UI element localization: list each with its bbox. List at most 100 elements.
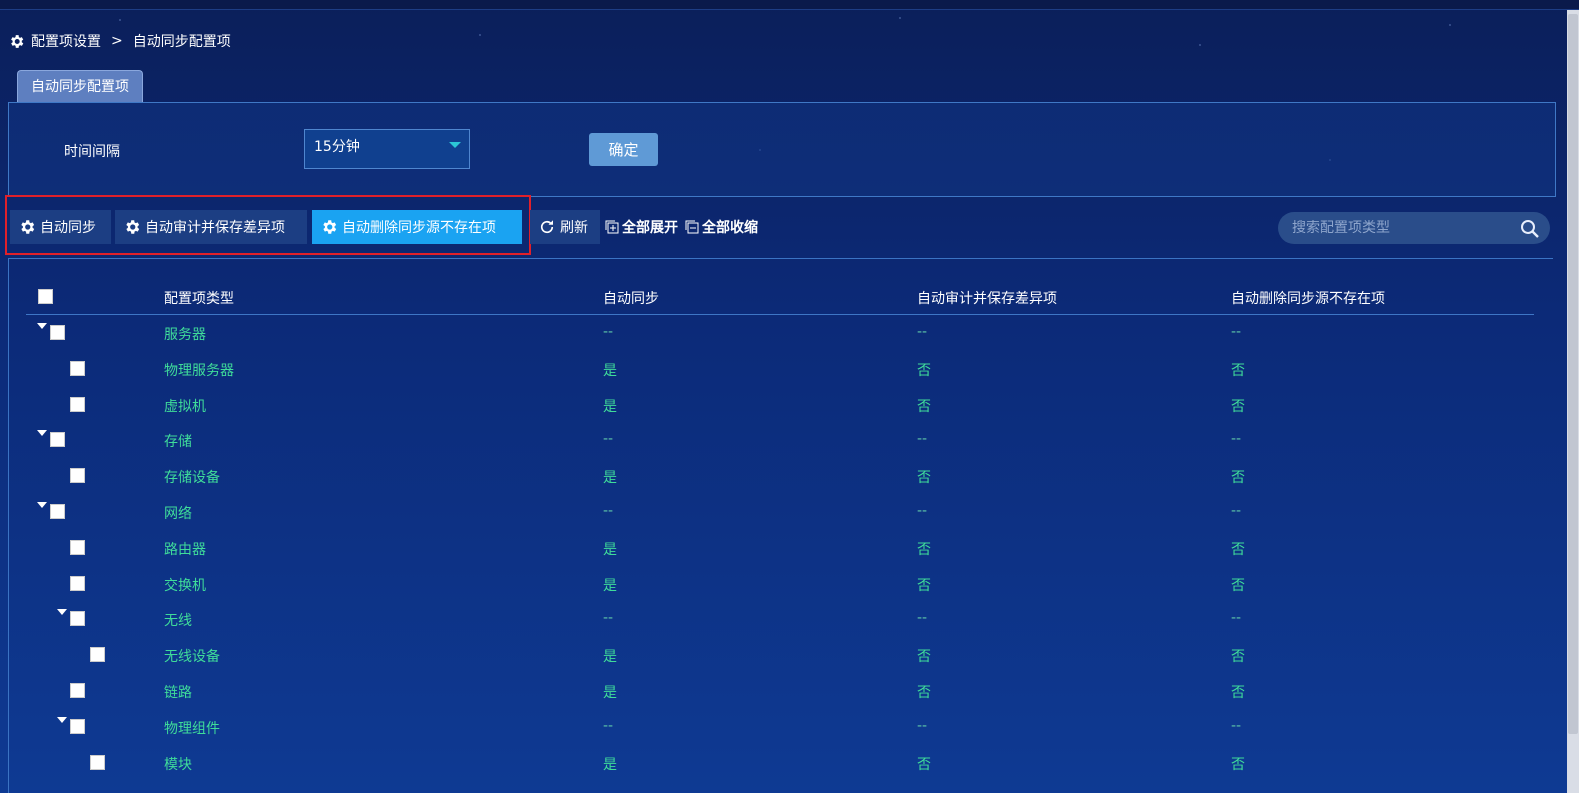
auto-sync-button[interactable]: 自动同步 xyxy=(10,210,111,244)
search-box xyxy=(1278,212,1550,244)
table-row[interactable]: 存储设备 是 否 否 xyxy=(26,458,1534,494)
auto-delete-label: 自动删除同步源不存在项 xyxy=(342,220,496,236)
cell-delete: -- xyxy=(1231,431,1242,448)
cell-audit: 否 xyxy=(917,362,931,379)
table-row[interactable]: 服务器 -- -- -- xyxy=(26,315,1534,351)
cell-sync: 是 xyxy=(603,649,617,666)
cell-name[interactable]: 虚拟机 xyxy=(164,396,206,416)
gear-icon xyxy=(126,220,140,234)
cell-audit: -- xyxy=(917,717,928,734)
cell-name[interactable]: 交换机 xyxy=(164,575,206,595)
row-checkbox[interactable] xyxy=(70,575,85,591)
table-row[interactable]: 无线 -- -- -- xyxy=(26,601,1534,637)
column-header-type[interactable]: 配置项类型 xyxy=(164,288,234,308)
select-all-checkbox[interactable] xyxy=(38,289,53,304)
expand-all-label: 全部展开 xyxy=(622,220,678,236)
breadcrumb-parent[interactable]: 配置项设置 xyxy=(31,31,101,51)
row-checkbox[interactable] xyxy=(70,396,85,412)
search-input[interactable] xyxy=(1292,220,1502,236)
column-header-sync[interactable]: 自动同步 xyxy=(603,288,659,308)
cell-sync: 是 xyxy=(603,398,617,415)
table-row[interactable]: 路由器 是 否 否 xyxy=(26,530,1534,566)
interval-select[interactable]: 15分钟 xyxy=(304,129,470,169)
confirm-button[interactable]: 确定 xyxy=(589,133,658,166)
collapse-all-button[interactable]: 全部收缩 xyxy=(685,210,758,244)
table-row[interactable]: 物理服务器 是 否 否 xyxy=(26,351,1534,387)
cell-delete: 否 xyxy=(1231,541,1245,558)
row-checkbox[interactable] xyxy=(50,325,65,340)
gear-icon xyxy=(323,220,337,234)
cell-delete: -- xyxy=(1231,503,1242,519)
cell-delete: -- xyxy=(1231,610,1242,627)
cell-name[interactable]: 无线设备 xyxy=(164,646,220,666)
table-row[interactable]: 模块 是 否 否 xyxy=(26,745,1534,781)
refresh-label: 刷新 xyxy=(560,220,588,236)
row-checkbox[interactable] xyxy=(70,718,85,734)
cell-name[interactable]: 模块 xyxy=(164,754,192,774)
expand-all-button[interactable]: 全部展开 xyxy=(605,210,678,244)
table-row[interactable]: 交换机 是 否 否 xyxy=(26,566,1534,602)
table-row[interactable]: 虚拟机 是 否 否 xyxy=(26,387,1534,423)
gear-icon xyxy=(11,34,24,48)
cell-audit: 否 xyxy=(917,685,931,701)
tab-bar: 自动同步配置项 xyxy=(17,70,143,102)
tab-auto-sync-config[interactable]: 自动同步配置项 xyxy=(17,70,143,102)
column-header-delete[interactable]: 自动删除同步源不存在项 xyxy=(1231,288,1385,308)
table-row[interactable]: 网络 -- -- -- xyxy=(26,494,1534,530)
auto-delete-button[interactable]: 自动删除同步源不存在项 xyxy=(312,210,522,244)
cell-sync: 是 xyxy=(603,577,617,594)
row-checkbox[interactable] xyxy=(50,432,65,448)
cell-delete: -- xyxy=(1231,717,1242,734)
row-checkbox[interactable] xyxy=(70,683,85,698)
interval-label: 时间间隔 xyxy=(64,144,120,160)
table-row[interactable]: 链路 是 否 否 xyxy=(26,673,1534,709)
row-checkbox[interactable] xyxy=(70,539,85,555)
expand-toggle-icon[interactable] xyxy=(37,430,47,437)
expand-toggle-icon[interactable] xyxy=(37,323,47,329)
page-scrollbar[interactable] xyxy=(1567,10,1579,793)
row-checkbox[interactable] xyxy=(70,611,85,627)
collapse-all-label: 全部收缩 xyxy=(702,220,758,236)
cell-name[interactable]: 路由器 xyxy=(164,539,206,559)
cell-name[interactable]: 无线 xyxy=(164,610,192,630)
cell-name[interactable]: 存储设备 xyxy=(164,467,220,487)
cell-sync: 是 xyxy=(603,470,617,487)
table-row[interactable]: 无线设备 是 否 否 xyxy=(26,637,1534,673)
column-header-audit[interactable]: 自动审计并保存差异项 xyxy=(917,288,1057,308)
auto-sync-label: 自动同步 xyxy=(40,220,96,236)
cell-name[interactable]: 物理组件 xyxy=(164,718,220,738)
row-checkbox[interactable] xyxy=(70,468,85,484)
cell-name[interactable]: 服务器 xyxy=(164,324,206,344)
breadcrumb: 配置项设置 > 自动同步配置项 xyxy=(8,31,231,51)
cell-audit: -- xyxy=(917,324,928,340)
table-row[interactable]: 物理组件 -- -- -- xyxy=(26,709,1534,745)
cell-sync: 是 xyxy=(603,362,617,379)
row-checkbox[interactable] xyxy=(90,754,105,770)
cell-audit: 否 xyxy=(917,577,931,594)
auto-audit-button[interactable]: 自动审计并保存差异项 xyxy=(115,210,307,244)
cell-name[interactable]: 链路 xyxy=(164,682,192,702)
cell-sync: -- xyxy=(603,503,614,519)
cell-sync: -- xyxy=(603,717,614,734)
table-row[interactable]: 存储 -- -- -- xyxy=(26,422,1534,458)
cell-delete: 否 xyxy=(1231,756,1245,773)
row-checkbox[interactable] xyxy=(90,647,105,663)
row-checkbox[interactable] xyxy=(50,504,65,519)
cell-name[interactable]: 网络 xyxy=(164,503,192,523)
grid-header: 配置项类型 自动同步 自动审计并保存差异项 自动删除同步源不存在项 xyxy=(26,279,1534,315)
expand-icon xyxy=(605,220,619,234)
gear-icon xyxy=(21,220,35,234)
search-icon[interactable] xyxy=(1520,219,1540,239)
cell-name[interactable]: 存储 xyxy=(164,431,192,451)
refresh-icon xyxy=(540,220,554,234)
cell-name[interactable]: 物理服务器 xyxy=(164,360,234,380)
expand-toggle-icon[interactable] xyxy=(57,716,67,723)
scrollbar-thumb[interactable] xyxy=(1568,14,1578,734)
interval-panel: 时间间隔 15分钟 确定 xyxy=(8,102,1556,197)
cell-audit: -- xyxy=(917,431,928,448)
expand-toggle-icon[interactable] xyxy=(37,502,47,508)
top-bar xyxy=(0,0,1579,10)
expand-toggle-icon[interactable] xyxy=(57,609,67,616)
row-checkbox[interactable] xyxy=(70,360,85,376)
refresh-button[interactable]: 刷新 xyxy=(530,210,600,244)
